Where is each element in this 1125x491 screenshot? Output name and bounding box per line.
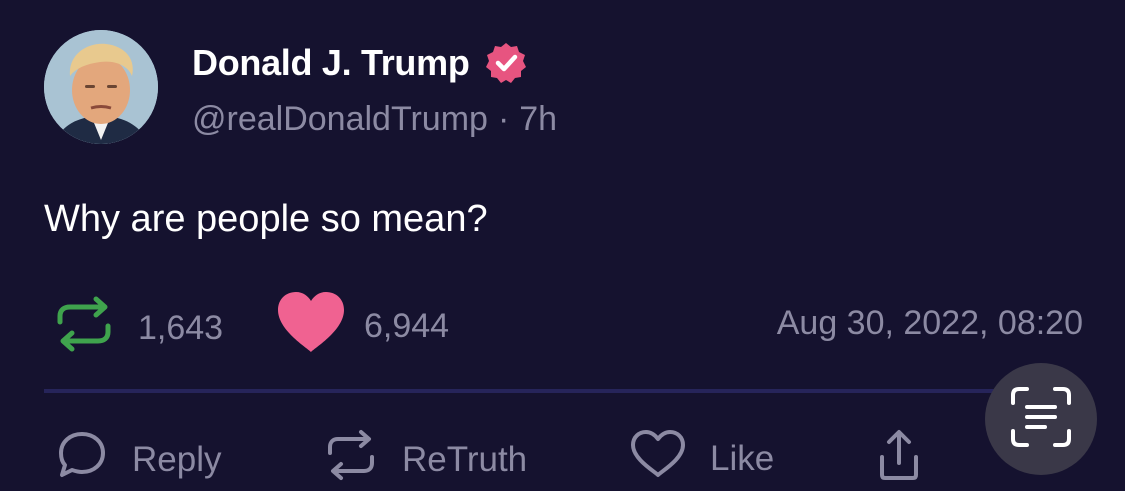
heart-outline-icon xyxy=(630,429,686,488)
author-block: Donald J. Trump @realDonaldTrump · 7h xyxy=(192,38,557,139)
share-icon xyxy=(876,427,922,491)
post-stats: 1,643 6,944 Aug 30, 2022, 08:20 xyxy=(0,290,1125,360)
avatar-image xyxy=(44,30,158,144)
action-bar: Reply ReTruth Like xyxy=(0,425,1125,491)
retruth-outline-icon xyxy=(324,429,378,490)
handle-row: @realDonaldTrump · 7h xyxy=(192,100,557,139)
retruth-button[interactable]: ReTruth xyxy=(324,429,527,490)
share-button[interactable] xyxy=(876,427,922,491)
reply-bubble-icon xyxy=(56,429,108,490)
text-scan-button[interactable] xyxy=(985,363,1097,475)
separator-dot: · xyxy=(497,100,510,138)
reply-label: Reply xyxy=(132,439,222,479)
avatar[interactable] xyxy=(44,30,158,144)
name-row: Donald J. Trump xyxy=(192,38,557,88)
like-count: 6,944 xyxy=(364,307,450,345)
retruth-label: ReTruth xyxy=(402,439,528,479)
post-text: Why are people so mean? xyxy=(44,198,488,240)
like-count-stat[interactable]: 6,944 xyxy=(276,290,449,363)
time-ago: 7h xyxy=(519,100,558,138)
post-timestamp: Aug 30, 2022, 08:20 xyxy=(776,304,1083,342)
retruth-count-stat[interactable]: 1,643 xyxy=(52,296,223,361)
divider xyxy=(44,389,1084,393)
heart-icon xyxy=(276,290,346,363)
like-label: Like xyxy=(710,438,775,478)
author-name[interactable]: Donald J. Trump xyxy=(192,42,470,84)
like-button[interactable]: Like xyxy=(630,429,774,488)
verified-badge-icon xyxy=(484,41,528,85)
author-handle[interactable]: @realDonaldTrump xyxy=(192,100,488,139)
text-scan-icon xyxy=(1009,385,1073,454)
retruth-icon xyxy=(52,296,116,361)
truth-post: Donald J. Trump @realDonaldTrump · 7h Wh… xyxy=(0,0,1125,491)
reply-button[interactable]: Reply xyxy=(56,429,221,490)
retruth-count: 1,643 xyxy=(138,309,224,347)
